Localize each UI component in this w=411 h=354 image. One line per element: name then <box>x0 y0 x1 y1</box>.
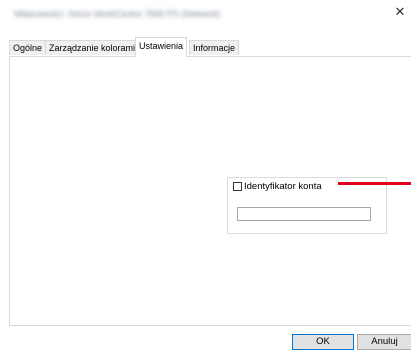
account-id-input[interactable] <box>237 207 371 221</box>
title-bar: Właściwości: Xerox WorkCentre 7845 PS (N… <box>0 0 411 32</box>
settings-panel: Identyfikator konta <box>9 56 411 326</box>
tab-general[interactable]: Ogólne <box>9 40 47 55</box>
tab-strip: Ogólne Zarządzanie kolorami Ustawienia I… <box>9 37 411 57</box>
annotation-arrow-line <box>338 182 411 185</box>
account-id-group: Identyfikator konta <box>227 177 387 234</box>
window-title: Właściwości: Xerox WorkCentre 7845 PS (N… <box>14 9 221 19</box>
cancel-button[interactable]: Anuluj <box>357 334 411 350</box>
tab-information[interactable]: Informacje <box>189 40 240 55</box>
ok-button[interactable]: OK <box>292 334 354 350</box>
account-id-checkbox[interactable] <box>233 182 242 191</box>
account-id-label[interactable]: Identyfikator konta <box>244 181 322 192</box>
close-icon[interactable]: ✕ <box>392 4 408 22</box>
tab-color-management[interactable]: Zarządzanie kolorami <box>45 40 140 55</box>
printer-properties-dialog: { "window": { "title": "Właściwości: Xer… <box>0 0 411 354</box>
tab-settings[interactable]: Ustawienia <box>135 37 188 57</box>
